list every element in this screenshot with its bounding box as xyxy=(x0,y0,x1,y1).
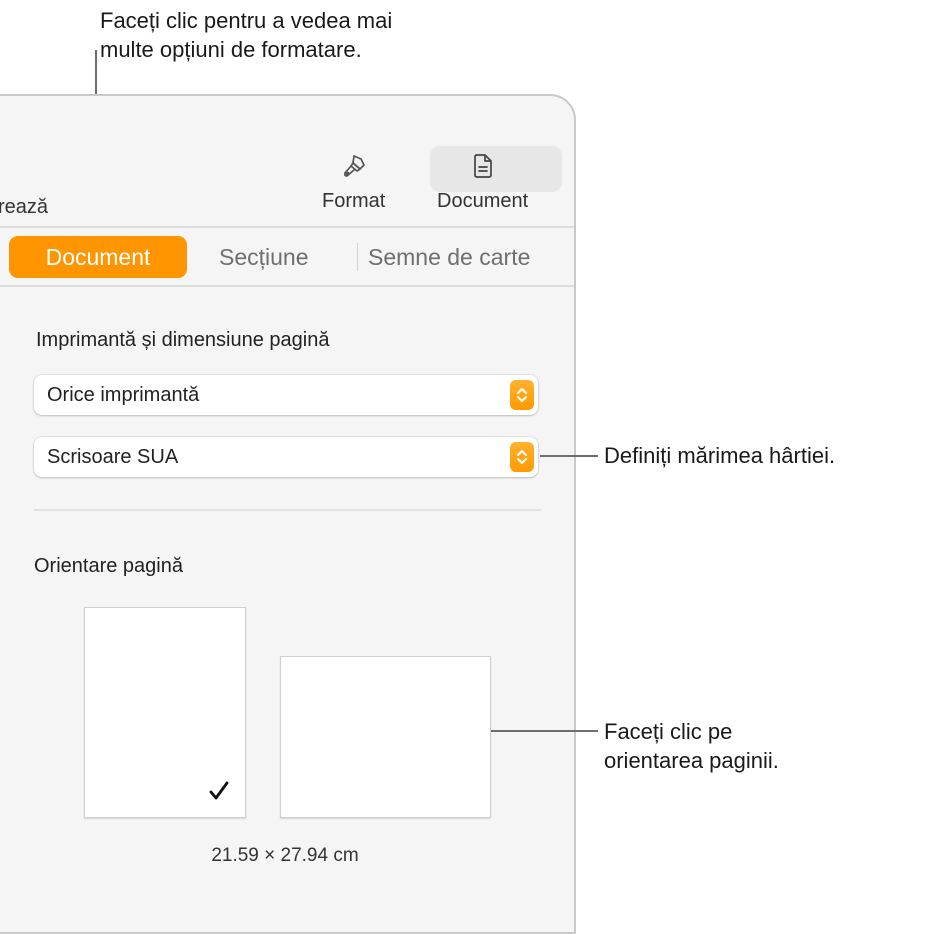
document-button[interactable]: Document xyxy=(437,152,528,213)
paper-size-popup-value: Scrisoare SUA xyxy=(47,445,179,468)
document-icon xyxy=(469,152,497,180)
popup-chevrons-icon xyxy=(510,380,534,410)
callout-orientation-line2: orientarea paginii. xyxy=(604,748,779,773)
toolbar-divider xyxy=(0,226,574,228)
tab-document[interactable]: Document xyxy=(9,236,187,278)
callout-orientation-line1: Faceți clic pe xyxy=(604,719,733,744)
callout-leader-line-paper xyxy=(540,455,598,457)
document-button-label: Document xyxy=(437,190,529,212)
section-divider xyxy=(34,509,541,511)
tab-bookmarks[interactable]: Semne de carte xyxy=(368,244,530,271)
tabs-divider xyxy=(0,285,574,287)
format-button[interactable]: Format xyxy=(322,152,385,213)
paintbrush-icon xyxy=(340,152,368,180)
printer-popup[interactable]: Orice imprimantă xyxy=(34,375,538,415)
callout-leader-line-orientation xyxy=(491,730,598,732)
printer-section-title: Imprimantă și dimensiune pagină xyxy=(36,329,330,351)
tab-section[interactable]: Secțiune xyxy=(219,244,309,271)
printer-popup-value: Orice imprimantă xyxy=(47,383,200,406)
tab-document-label: Document xyxy=(45,243,151,270)
popup-chevrons-icon xyxy=(510,442,534,472)
paper-size-popup[interactable]: Scrisoare SUA xyxy=(34,437,538,477)
page-dimensions: 21.59 × 27.94 cm xyxy=(211,845,359,866)
toolbar-truncated-label[interactable]: rează xyxy=(0,196,48,219)
format-button-label: Format xyxy=(322,190,386,212)
callout-more-formatting-line1: Faceți clic pentru a vedea mai xyxy=(100,8,393,33)
portrait-orientation-option[interactable] xyxy=(84,607,246,818)
landscape-orientation-option[interactable] xyxy=(280,656,491,818)
callout-more-formatting-line2: multe opțiuni de formatare. xyxy=(100,37,362,62)
orientation-section-title: Orientare pagină xyxy=(34,555,183,577)
checkmark-icon xyxy=(207,779,231,803)
callout-paper-size: Definiți mărimea hârtiei. xyxy=(604,443,836,468)
tab-separator xyxy=(357,243,358,271)
